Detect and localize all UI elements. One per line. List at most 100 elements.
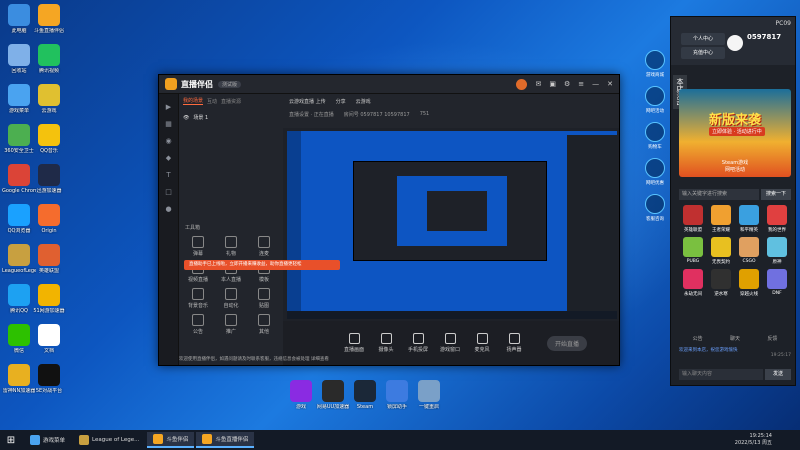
desktop-shortcut[interactable]: 锁屏助手 xyxy=(380,380,414,410)
text-icon[interactable]: T xyxy=(159,171,178,179)
taskbar-item[interactable]: 斗鱼伴侣 xyxy=(147,432,195,448)
scene-tab[interactable]: 互动 xyxy=(207,98,217,105)
desktop-shortcut[interactable]: 游戏菜单 xyxy=(2,84,36,114)
bag-icon[interactable]: ▣ xyxy=(549,80,556,88)
desktop-shortcut[interactable]: 360安全卫士 xyxy=(2,124,36,154)
side-button[interactable]: 游戏商城 xyxy=(642,50,668,78)
panel-tab[interactable]: 公告 xyxy=(693,335,703,342)
source-button[interactable]: 游戏窗口 xyxy=(437,333,463,353)
desktop-shortcut[interactable]: QQ音乐 xyxy=(32,124,66,154)
desktop-shortcut[interactable]: 游戏 xyxy=(284,380,318,410)
game-tile[interactable]: DNF xyxy=(763,269,791,297)
live-preview[interactable] xyxy=(287,131,617,319)
menu-icon[interactable]: ≡ xyxy=(578,80,584,88)
user-center-button[interactable]: 个人中心 xyxy=(681,33,725,45)
tool-button[interactable]: 贴图 xyxy=(249,288,279,309)
game-tile[interactable]: 穿越火线 xyxy=(735,269,763,297)
panel-tab[interactable]: 聊天 xyxy=(730,335,740,342)
header-item[interactable]: 分享 xyxy=(336,98,346,105)
desktop-shortcut[interactable]: 网易UU加速器 xyxy=(316,380,350,410)
tool-button[interactable]: 公告 xyxy=(183,314,213,335)
desktop-shortcut[interactable]: 雷神NN加速器 xyxy=(2,364,36,394)
desktop-shortcut[interactable]: Origin xyxy=(32,204,66,234)
side-button[interactable]: 购物车 xyxy=(642,122,668,150)
game-tile[interactable]: 英雄联盟 xyxy=(679,205,707,233)
mic-icon[interactable]: ◉ xyxy=(159,137,178,145)
taskbar-item[interactable]: League of Lege... xyxy=(73,432,145,448)
desktop-shortcut[interactable]: 文档 xyxy=(32,324,66,354)
tool-button[interactable]: 推广 xyxy=(216,314,246,335)
scene-tab[interactable]: 直播资源 xyxy=(221,98,241,105)
tool-button[interactable]: 连麦 xyxy=(249,236,279,257)
desktop-shortcut[interactable]: 51网游加速器 xyxy=(32,284,66,314)
settings-icon[interactable]: ⚙ xyxy=(564,80,570,88)
game-tile[interactable]: 逆水寒 xyxy=(707,269,735,297)
desktop-shortcut[interactable]: 斗鱼直播伴侣 xyxy=(32,4,66,34)
desktop-shortcut[interactable]: 微信 xyxy=(2,324,36,354)
scene-item[interactable]: 👁 场景 1 xyxy=(183,112,279,123)
panel-tab[interactable]: 反馈 xyxy=(767,335,777,342)
tool-button[interactable]: 弹幕 xyxy=(183,236,213,257)
desktop-shortcut[interactable]: 一键重启 xyxy=(412,380,446,410)
desktop-shortcut[interactable]: 腾讯视频 xyxy=(32,44,66,74)
header-item[interactable]: 云游戏 xyxy=(356,98,371,105)
game-tile[interactable]: CSGO xyxy=(735,237,763,265)
video-icon[interactable]: ▶ xyxy=(159,103,178,111)
charge-center-button[interactable]: 充值中心 xyxy=(681,47,725,59)
taskbar-item[interactable]: 游戏菜单 xyxy=(24,432,71,448)
desktop-shortcut[interactable]: 迅游加速器 xyxy=(32,164,66,194)
send-button[interactable]: 发送 xyxy=(765,369,791,380)
desktop-shortcut[interactable]: 回收站 xyxy=(2,44,36,74)
windows-start-icon[interactable]: ⊞ xyxy=(0,430,22,450)
user-avatar[interactable] xyxy=(516,78,528,90)
chat-input[interactable]: 输入聊天内容 xyxy=(679,369,763,380)
system-clock[interactable]: 19:25:14 2022/5/13 周五 xyxy=(735,433,800,447)
source-button[interactable]: 麦克风 xyxy=(469,333,495,353)
tool-button[interactable]: 其他 xyxy=(249,314,279,335)
game-tile[interactable]: 永劫无间 xyxy=(679,269,707,297)
header-item[interactable]: 云游戏直播 上传 xyxy=(289,98,326,105)
source-icon xyxy=(476,333,488,344)
window-titlebar[interactable]: 直播伴侣 测试版 ✉ ▣ ⚙ ≡ — ✕ xyxy=(159,75,619,94)
desktop-shortcut[interactable]: 5E对战平台 xyxy=(32,364,66,394)
window-icon[interactable]: □ xyxy=(159,188,178,196)
scene-tab[interactable]: 我的场景 xyxy=(183,97,204,105)
source-button[interactable]: 手机投屏 xyxy=(405,333,431,353)
desktop-shortcut[interactable]: LeagueofLegends xyxy=(2,244,36,274)
game-icon[interactable]: ◆ xyxy=(159,154,178,162)
game-tile[interactable]: 原神 xyxy=(763,237,791,265)
game-tile[interactable]: PUBG xyxy=(679,237,707,265)
desktop-shortcut[interactable]: Google Chrome xyxy=(2,164,36,194)
tool-button[interactable]: 礼物 xyxy=(216,236,246,257)
desktop-shortcut[interactable]: 英雄联盟 xyxy=(32,244,66,274)
promo-banner[interactable]: 新版来袭 立即体验 · 活动进行中 Steam游戏 网吧活动 xyxy=(679,89,791,177)
side-button[interactable]: 网吧活动 xyxy=(642,86,668,114)
source-button[interactable]: 摄像头 xyxy=(373,333,399,353)
minimize-icon[interactable]: — xyxy=(592,80,599,88)
game-tile[interactable]: 和平精英 xyxy=(735,205,763,233)
side-button[interactable]: 网吧优惠 xyxy=(642,158,668,186)
desktop-shortcut[interactable]: 腾讯QQ xyxy=(2,284,36,314)
camera-icon[interactable]: ● xyxy=(159,205,178,213)
desktop-shortcut[interactable]: Steam xyxy=(348,380,382,410)
source-button[interactable]: 扬声器 xyxy=(501,333,527,353)
close-icon[interactable]: ✕ xyxy=(607,80,613,88)
source-button[interactable]: 直播画面 xyxy=(341,333,367,353)
message-icon[interactable]: ✉ xyxy=(535,80,541,88)
game-tile[interactable]: 无畏契约 xyxy=(707,237,735,265)
tool-button[interactable]: 背景音乐 xyxy=(183,288,213,309)
search-button[interactable]: 搜索一下 xyxy=(761,189,791,200)
desktop-shortcut[interactable]: 云游戏 xyxy=(32,84,66,114)
taskbar-item[interactable]: 斗鱼直播伴侣 xyxy=(196,432,255,448)
desktop-shortcut[interactable]: 此电脑 xyxy=(2,4,36,34)
eye-icon[interactable]: 👁 xyxy=(183,115,189,121)
game-search-input[interactable]: 输入关键字进行搜索 xyxy=(679,189,759,200)
game-tile[interactable]: 我的世界 xyxy=(763,205,791,233)
tool-button[interactable]: 自动化 xyxy=(216,288,246,309)
side-button[interactable]: 客服咨询 xyxy=(642,194,668,222)
tip-banner[interactable]: 直播助手已上线啦，立即开播来赚收益，助你直播更轻松 xyxy=(184,260,340,270)
desktop-shortcut[interactable]: QQ浏览器 xyxy=(2,204,36,234)
image-icon[interactable]: ▦ xyxy=(159,120,178,128)
go-live-button[interactable]: 开始直播 xyxy=(547,335,588,351)
game-tile[interactable]: 王者荣耀 xyxy=(707,205,735,233)
